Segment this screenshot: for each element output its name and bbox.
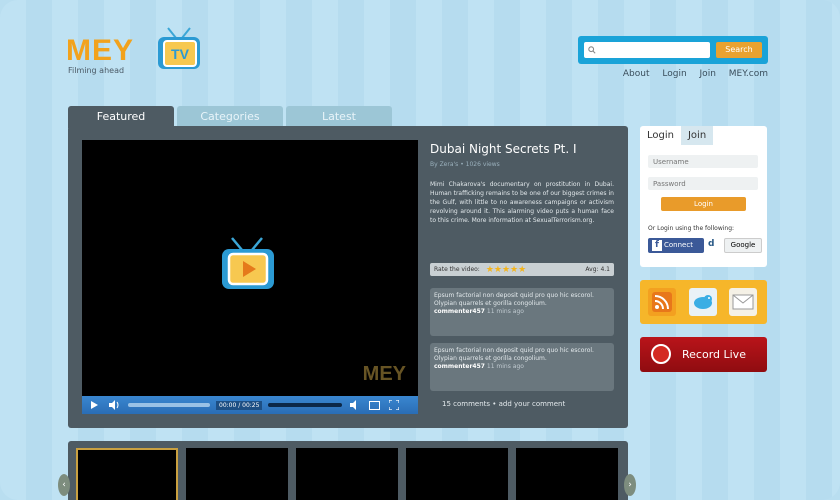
comment-time: 11 mins ago (486, 308, 524, 315)
video-thumbnail[interactable] (296, 448, 398, 500)
facebook-connect-label: Connect (664, 241, 693, 249)
top-nav: About Login Join MEY.com (613, 69, 768, 79)
tab-categories[interactable]: Categories (177, 106, 283, 128)
video-watermark: MEY (362, 363, 406, 385)
play-button[interactable] (86, 398, 102, 412)
comment: Epsum factorial non deposit quid pro quo… (430, 343, 614, 391)
rating-average: Avg: 4.1 (585, 266, 610, 273)
captions-button[interactable] (366, 398, 382, 412)
next-arrow-button[interactable]: › (624, 474, 636, 496)
player-controls: 00:00 / 00:25 (82, 396, 418, 414)
volume-button[interactable] (346, 398, 362, 412)
mute-button[interactable] (106, 398, 122, 412)
logo-text: MEY (66, 34, 135, 67)
star-rating[interactable]: ★★★★★ (486, 265, 526, 275)
captions-icon (368, 400, 380, 410)
fullscreen-button[interactable] (386, 398, 402, 412)
video-player[interactable]: MEY (82, 140, 418, 396)
logo-tagline: Filming ahead (68, 66, 125, 75)
record-live-label: Record Live (682, 348, 746, 361)
tab-featured[interactable]: Featured (68, 106, 174, 128)
facebook-connect-button[interactable]: f Connect (648, 238, 704, 253)
nav-link-mey-com[interactable]: MEY.com (729, 69, 768, 79)
comment-user[interactable]: commenter457 (434, 308, 485, 315)
comment-user[interactable]: commenter457 (434, 363, 485, 370)
nav-link-login[interactable]: Login (662, 69, 686, 79)
nav-link-about[interactable]: About (623, 69, 650, 79)
username-field[interactable] (648, 155, 758, 168)
seek-bar[interactable] (128, 403, 210, 407)
speaker-icon (109, 400, 119, 410)
content-tabs: Featured Categories Latest (68, 106, 395, 128)
comments-link[interactable]: 15 comments • add your comment (442, 400, 565, 408)
video-thumbnail[interactable] (516, 448, 618, 500)
search-button[interactable]: Search (716, 42, 762, 58)
search-box: Search (578, 36, 768, 64)
tab-login[interactable]: Login (640, 126, 681, 145)
rating-bar: Rate the video: ★★★★★ Avg: 4.1 (430, 263, 614, 276)
tv-play-icon (222, 237, 274, 289)
video-meta: By Zera's • 1026 views (430, 161, 500, 168)
video-thumbnail[interactable] (406, 448, 508, 500)
volume-icon (350, 400, 357, 410)
nav-link-join[interactable]: Join (700, 69, 716, 79)
tab-latest[interactable]: Latest (286, 106, 392, 128)
google-login-button[interactable]: Google (724, 238, 762, 253)
record-icon (651, 344, 671, 364)
volume-bar[interactable] (268, 403, 343, 407)
prev-arrow-button[interactable]: ‹ (58, 474, 70, 496)
social-box (640, 280, 767, 324)
social-login-label: Or Login using the following: (648, 225, 735, 232)
rate-label: Rate the video: (434, 266, 480, 273)
comment: Epsum factorial non deposit quid pro quo… (430, 288, 614, 336)
video-title[interactable]: Dubai Night Secrets Pt. I (430, 142, 577, 156)
video-description: Mimi Chakarova's documentary on prostitu… (430, 181, 614, 224)
record-live-button[interactable]: Record Live (640, 337, 767, 372)
comment-text: Epsum factorial non deposit quid pro quo… (434, 292, 594, 307)
comment-text: Epsum factorial non deposit quid pro quo… (434, 347, 594, 362)
logo[interactable]: MEY TV Filming ahead (66, 12, 216, 77)
search-icon (588, 46, 596, 54)
video-thumbnail[interactable] (186, 448, 288, 500)
password-field[interactable] (648, 177, 758, 190)
email-icon[interactable] (729, 288, 757, 316)
page-background: MEY TV Filming ahead Search About Login … (0, 0, 840, 500)
comment-time: 11 mins ago (486, 363, 524, 370)
fullscreen-icon (389, 400, 400, 410)
video-thumbnail[interactable] (76, 448, 178, 500)
search-input[interactable] (584, 42, 710, 58)
login-button[interactable]: Login (661, 197, 746, 211)
logo-tv-text: TV (171, 46, 190, 62)
digg-icon[interactable]: d (708, 239, 714, 249)
time-display: 00:00 / 00:25 (216, 400, 263, 410)
facebook-icon: f (652, 240, 662, 251)
twitter-icon[interactable] (689, 288, 717, 316)
tab-join[interactable]: Join (680, 126, 714, 145)
rss-icon[interactable] (648, 288, 676, 316)
login-tabs: Login Join (640, 126, 714, 145)
tv-logo-icon: TV (158, 27, 200, 69)
play-icon (90, 401, 98, 409)
